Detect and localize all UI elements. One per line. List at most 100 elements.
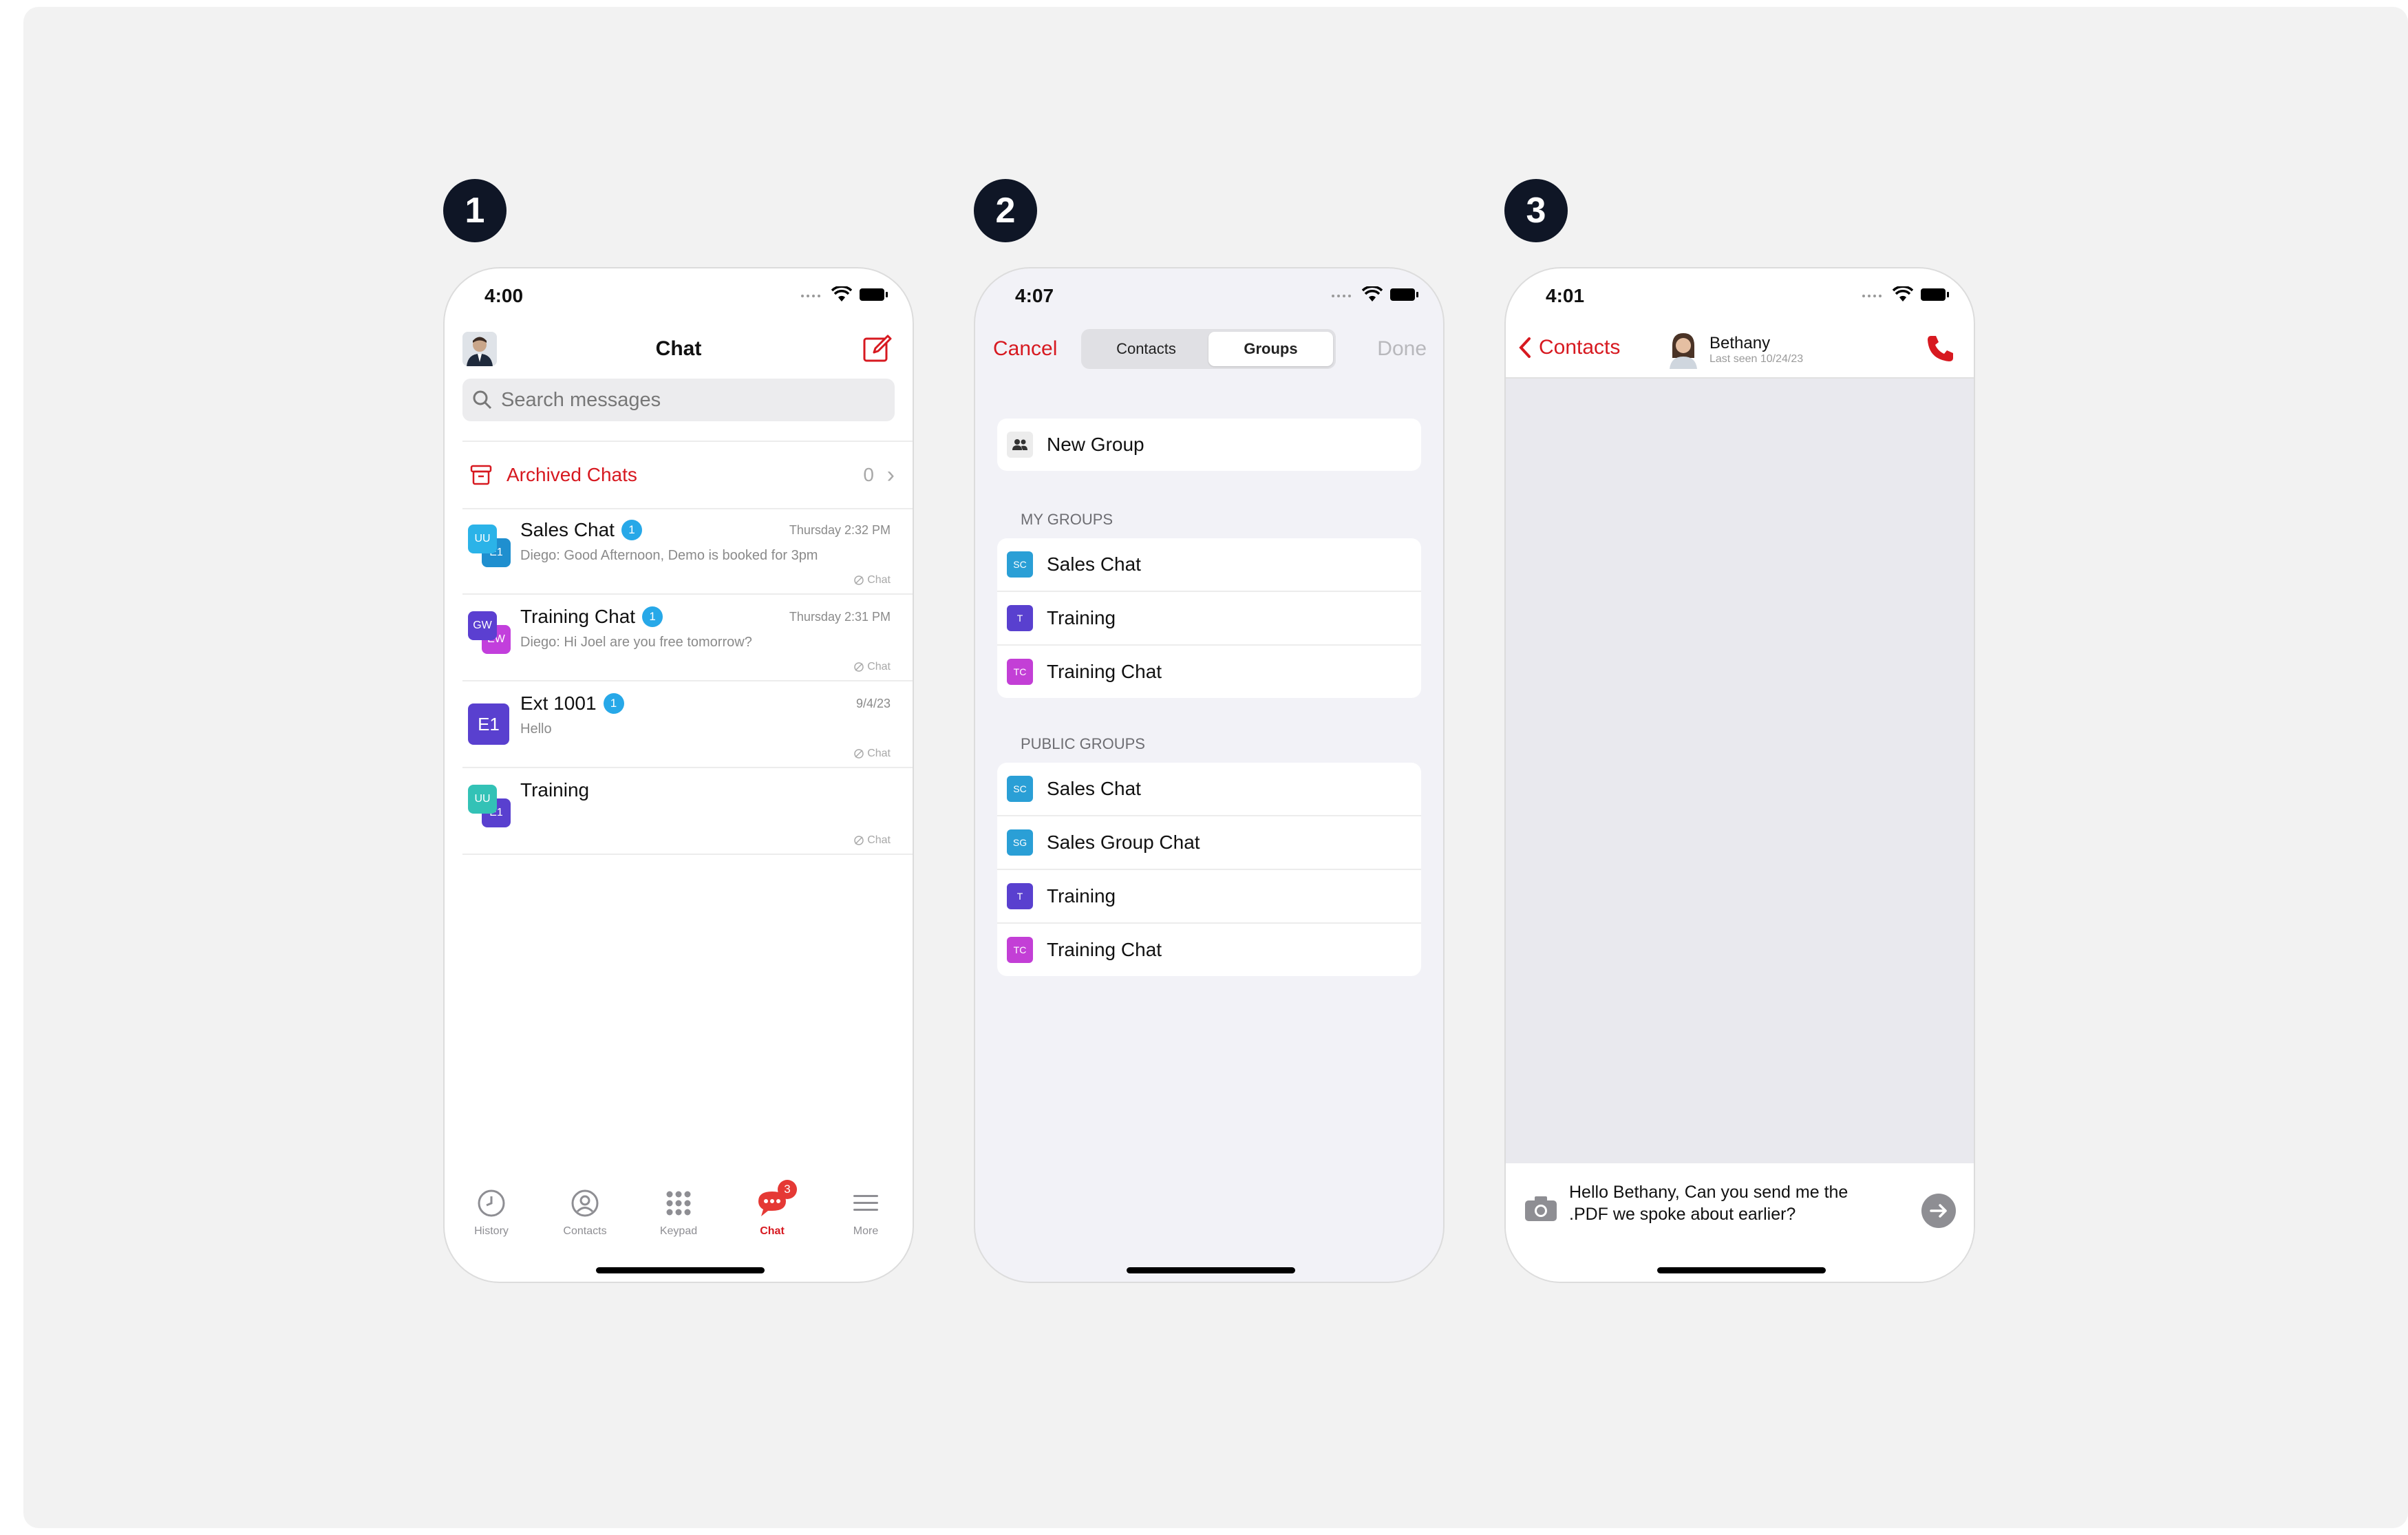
chat-name: Training [520,779,589,801]
phone-chat-list: 4:00 Chat Search messages Archived Chats… [445,268,913,1282]
status-bar: 4:01 [1506,268,1974,324]
chat-type-tag: Chat [853,574,891,586]
conversation-header[interactable]: Bethany Last seen 10/24/23 [1665,330,1803,369]
menu-icon [853,1195,878,1211]
battery-icon [1390,288,1418,301]
group-avatar: SC [1007,776,1033,802]
tab-chat[interactable]: 3 Chat [731,1180,813,1253]
no-phone-icon [854,662,864,672]
status-icons [1861,286,1950,303]
chat-row[interactable]: UU E1 Sales Chat 1 Thursday 2:32 PM Diego… [462,508,913,595]
group-avatar: UU E1 [468,525,513,570]
chat-row[interactable]: UU E1 Training Chat [462,768,913,855]
search-input[interactable]: Search messages [462,379,895,421]
archived-chats-row[interactable]: Archived Chats 0 › [462,441,913,509]
avatar-initials: E1 [468,703,509,745]
wifi-icon [1362,286,1383,301]
group-avatar: SG [1007,829,1033,856]
chat-row[interactable]: E1 Ext 1001 1 9/4/23 Hello Chat [462,681,913,768]
segment-groups[interactable]: Groups [1208,332,1333,366]
home-indicator [596,1267,765,1273]
step-badge-3: 3 [1504,179,1568,242]
group-avatar: UU E1 [468,785,513,830]
home-indicator [1127,1267,1295,1273]
back-button[interactable]: Contacts [1518,336,1620,359]
group-name: Training [1047,607,1116,628]
avatar-initials: UU [468,525,497,553]
group-name: Training [1047,885,1116,907]
group-item[interactable]: SG Sales Group Chat [997,816,1421,870]
chat-type-tag: Chat [853,748,891,760]
unread-badge: 1 [621,520,642,540]
status-icons [1330,286,1420,303]
archived-chats-count: 0 [863,464,874,485]
group-item[interactable]: TC Training Chat [997,924,1421,976]
group-item[interactable]: TC Training Chat [997,646,1421,698]
send-button[interactable] [1921,1194,1956,1228]
page-title: Chat [655,337,702,360]
public-groups-header: PUBLIC GROUPS [1021,735,1145,752]
no-phone-icon [854,749,864,759]
group-avatar: GW EW [468,611,513,657]
step-badge-2: 2 [974,179,1037,242]
group-avatar: TC [1007,659,1033,685]
archived-chats-label: Archived Chats [507,464,637,485]
phone-new-chat-groups: 4:07 Cancel Contacts Groups Done New Gro… [975,268,1443,1282]
group-avatar: SC [1007,551,1033,578]
camera-icon[interactable] [1524,1194,1558,1222]
group-name: Training Chat [1047,939,1162,960]
group-item[interactable]: SC Sales Chat [997,763,1421,816]
compose-icon[interactable] [862,333,893,365]
chat-time: Thursday 2:31 PM [789,610,891,624]
tab-label: History [474,1225,509,1237]
chat-type-tag: Chat [853,661,891,673]
new-group-button[interactable]: New Group [997,419,1421,471]
status-time: 4:07 [1015,285,1054,306]
no-phone-icon [854,836,864,845]
battery-icon [1921,288,1949,301]
chat-name: Training Chat 1 [520,606,663,628]
archive-box-icon [470,465,492,485]
person-circle-icon [571,1189,599,1217]
contact-name: Bethany [1709,334,1771,352]
unread-badge: 1 [642,606,663,627]
phone-call-icon[interactable] [1926,333,1956,363]
tab-label: Contacts [563,1225,607,1237]
chat-row[interactable]: GW EW Training Chat 1 Thursday 2:31 PM Di… [462,595,913,681]
status-bar: 4:00 [445,268,913,324]
done-button[interactable]: Done [1377,337,1427,361]
tab-more[interactable]: More [824,1184,907,1253]
home-indicator [1657,1267,1826,1273]
tab-history[interactable]: History [450,1184,533,1253]
last-seen-text: Last seen 10/24/23 [1709,353,1804,365]
search-placeholder: Search messages [501,388,661,411]
chat-name-text: Ext 1001 [520,692,597,714]
message-input[interactable]: Hello Bethany, Can you send me the .PDF … [1569,1181,1872,1225]
chat-name-text: Training [520,779,590,801]
group-avatar: T [1007,883,1033,909]
avatar-initials: GW [468,611,497,640]
my-groups-list: SC Sales Chat T Training TC Training Chat [997,538,1421,698]
status-time: 4:01 [1546,285,1585,306]
chevron-left-icon [1519,337,1531,358]
back-label: Contacts [1539,336,1621,359]
chat-list: UU E1 Sales Chat 1 Thursday 2:32 PM Diego… [462,508,913,855]
segment-contacts[interactable]: Contacts [1084,332,1208,366]
group-name: Sales Chat [1047,553,1141,575]
clock-icon [478,1189,505,1217]
group-item[interactable]: T Training [997,870,1421,924]
group-item[interactable]: T Training [997,592,1421,646]
status-time: 4:00 [484,285,524,306]
chat-name: Ext 1001 1 [520,692,624,714]
arrow-right-icon [1930,1204,1947,1218]
battery-icon [860,288,888,301]
group-item[interactable]: SC Sales Chat [997,538,1421,592]
new-group-label: New Group [1047,434,1144,455]
chat-type-tag: Chat [853,834,891,847]
tab-keypad[interactable]: Keypad [637,1184,720,1253]
tab-contacts[interactable]: Contacts [544,1184,626,1253]
status-icons [800,286,889,303]
cancel-button[interactable]: Cancel [993,337,1057,361]
tab-label: Chat [760,1225,785,1237]
segmented-control: Contacts Groups [1081,329,1336,369]
